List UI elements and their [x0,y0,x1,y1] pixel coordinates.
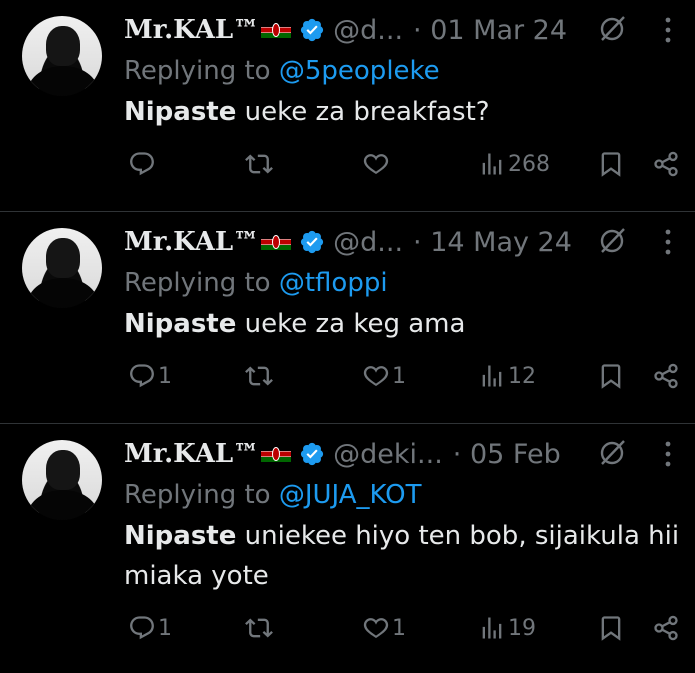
retweet-icon [245,154,273,174]
replying-to: Replying to @tfloppi [124,268,388,298]
retweet-icon [245,618,273,638]
verified-badge-icon [301,230,324,254]
tweet-date[interactable]: · 01 Mar 24 [413,15,567,46]
reply-count: 1 [158,615,172,641]
heart-icon [363,366,389,387]
verified-badge-icon [301,18,324,42]
avatar[interactable] [22,228,102,308]
like-count: 1 [392,615,406,641]
tweet-text: Nipaste uniekee hiyo ten bob, sijaikula … [124,521,680,591]
reply-count: 1 [158,363,172,389]
user-handle[interactable]: @d... [333,15,403,46]
display-name[interactable]: Mr.KAL™ [124,15,259,45]
reply-mention-link[interactable]: @5peopleke [279,56,440,86]
display-name[interactable]: Mr.KAL™ [124,439,259,469]
tweet-header: Mr.KAL™ @d... · 14 May 24 [124,224,572,260]
verified-badge-icon [301,442,324,466]
display-name[interactable]: Mr.KAL™ [124,227,259,257]
views-chart-icon [482,617,502,639]
more-options-icon[interactable] [663,14,673,46]
bookmark-icon [601,616,621,641]
bookmark-button[interactable] [597,614,625,642]
share-icon [654,363,678,389]
share-button[interactable] [652,614,680,642]
retweet-icon [245,366,273,386]
bookmark-icon [601,364,621,389]
views-button[interactable]: 19 [478,614,536,642]
tweet-date[interactable]: · 05 Feb [453,439,561,470]
avatar[interactable] [22,440,102,520]
views-chart-icon [482,153,502,175]
like-button[interactable]: 1 [362,614,406,642]
more-options-icon[interactable] [663,226,673,258]
bookmark-button[interactable] [597,362,625,390]
kenya-flag-icon [261,446,292,462]
views-count: 12 [508,363,536,389]
views-count: 19 [508,615,536,641]
grok-icon[interactable] [597,438,627,468]
kenya-flag-icon [261,22,292,38]
share-icon [654,615,678,641]
reply-icon [130,616,154,640]
grok-icon[interactable] [597,226,627,256]
avatar[interactable] [22,16,102,96]
replying-to: Replying to @5peopleke [124,56,440,86]
more-options-icon[interactable] [663,438,673,470]
views-button[interactable]: 12 [478,362,536,390]
tweet-date[interactable]: · 14 May 24 [413,227,572,258]
heart-icon [363,618,389,639]
views-count: 268 [508,151,550,177]
views-button[interactable]: 268 [478,150,550,178]
reply-mention-link[interactable]: @JUJA_KOT [279,480,422,510]
replying-to: Replying to @JUJA_KOT [124,480,422,510]
action-bar: 1 1 19 [0,614,695,654]
tweet-text: Nipaste ueke za keg ama [124,309,466,339]
grok-icon[interactable] [597,14,627,44]
reply-icon [130,364,154,388]
share-button[interactable] [652,150,680,178]
retweet-button[interactable] [245,362,273,390]
like-count: 1 [392,363,406,389]
tweet[interactable]: Mr.KAL™ @d... · 14 May 24 Replying to @t… [0,212,695,424]
bookmark-button[interactable] [597,150,625,178]
reply-icon [130,152,154,176]
like-button[interactable]: 1 [362,362,406,390]
reply-button[interactable] [128,150,158,178]
tweet[interactable]: Mr.KAL™ @d... · 01 Mar 24 Replying to @5… [0,0,695,212]
reply-button[interactable]: 1 [128,362,172,390]
retweet-button[interactable] [245,614,273,642]
user-handle[interactable]: @d... [333,227,403,258]
tweet-text: Nipaste ueke za breakfast? [124,97,490,127]
tweet[interactable]: Mr.KAL™ @deki... · 05 Feb Replying to @J… [0,424,695,673]
share-button[interactable] [652,362,680,390]
action-bar: 1 1 12 [0,362,695,402]
heart-icon [363,154,389,175]
like-button[interactable] [362,150,392,178]
retweet-button[interactable] [245,150,273,178]
tweet-header: Mr.KAL™ @d... · 01 Mar 24 [124,12,567,48]
reply-mention-link[interactable]: @tfloppi [279,268,388,298]
bookmark-icon [601,152,621,177]
kenya-flag-icon [261,234,292,250]
tweet-header: Mr.KAL™ @deki... · 05 Feb [124,436,561,472]
user-handle[interactable]: @deki... [333,439,443,470]
action-bar: 268 [0,150,695,190]
share-icon [654,151,678,177]
reply-button[interactable]: 1 [128,614,172,642]
views-chart-icon [482,365,502,387]
